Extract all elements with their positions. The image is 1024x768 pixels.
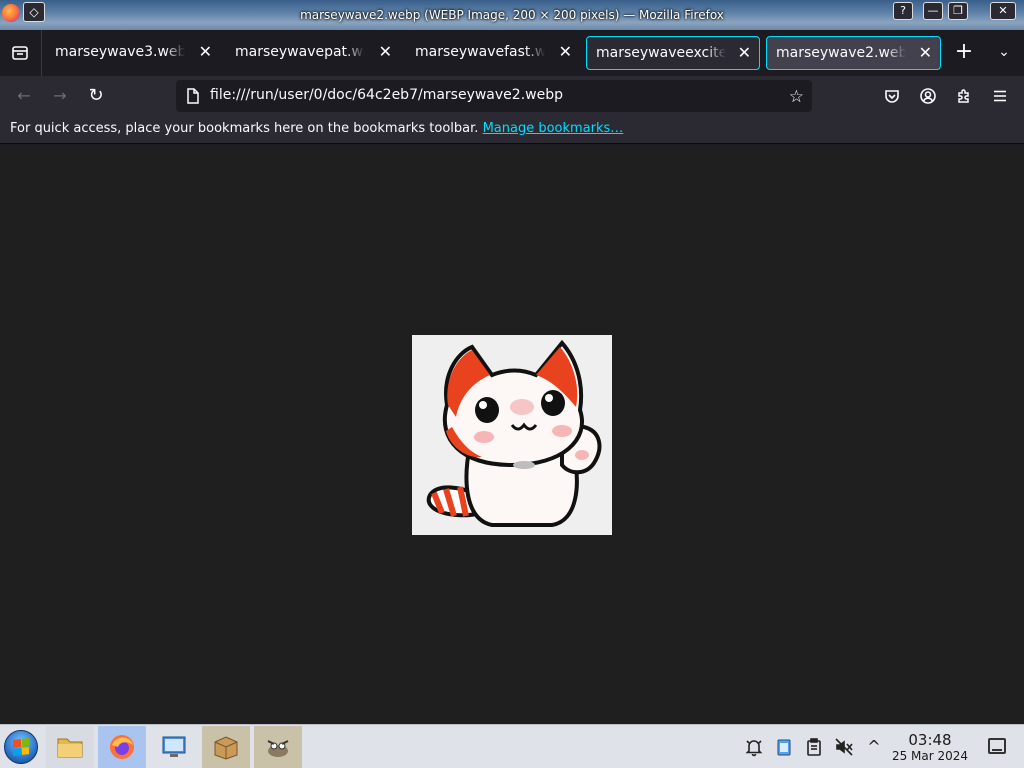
clipboard-icon[interactable] bbox=[804, 737, 824, 757]
control-panel-taskbar-button[interactable] bbox=[150, 726, 198, 768]
marsey-cat-image bbox=[426, 339, 602, 527]
browser-content bbox=[0, 145, 1024, 724]
url-bar[interactable]: file:///run/user/0/doc/64c2eb7/marseywav… bbox=[176, 80, 812, 112]
bookmarks-hint-text: For quick access, place your bookmarks h… bbox=[10, 121, 483, 136]
volume-muted-icon[interactable] bbox=[834, 737, 854, 757]
pocket-button[interactable] bbox=[880, 84, 904, 108]
folder-icon bbox=[57, 738, 83, 758]
gimp-taskbar-button[interactable] bbox=[254, 726, 302, 768]
notifications-bell-icon[interactable] bbox=[744, 737, 764, 757]
bookmark-star-icon[interactable]: ☆ bbox=[789, 87, 804, 107]
tray-expand-icon[interactable]: ^ bbox=[864, 737, 884, 757]
tab-label: marseywaveexcited.webp (WEBP Image) bbox=[596, 45, 726, 61]
firefox-view-icon bbox=[12, 46, 28, 60]
hamburger-icon bbox=[994, 90, 1006, 102]
app-menu-button[interactable] bbox=[988, 84, 1012, 108]
url-text[interactable]: file:///run/user/0/doc/64c2eb7/marseywav… bbox=[210, 87, 563, 103]
tab-marseywave3[interactable]: marseywave3.webp (WEBP Image, 200 × 200 … bbox=[46, 36, 220, 70]
webp-image[interactable] bbox=[412, 335, 612, 535]
file-manager-taskbar-button[interactable] bbox=[46, 726, 94, 768]
close-window-button[interactable]: ✕ bbox=[990, 2, 1016, 20]
tab-marseywavefast[interactable]: marseywavefast.webp (WEBP Image) ✕ bbox=[406, 36, 580, 70]
taskbar: ^ 03:48 25 Mar 2024 bbox=[0, 724, 1024, 768]
pocket-icon bbox=[885, 90, 899, 103]
minimize-button[interactable]: — bbox=[923, 2, 943, 20]
page-icon bbox=[187, 88, 199, 104]
firefox-icon bbox=[110, 735, 134, 759]
tab-label: marseywavefast.webp (WEBP Image) bbox=[415, 44, 545, 60]
forward-button[interactable]: → bbox=[48, 84, 72, 108]
tab-close-icon[interactable]: ✕ bbox=[738, 43, 751, 62]
puzzle-icon bbox=[958, 89, 969, 103]
clock-time: 03:48 bbox=[908, 731, 952, 749]
tab-marseywave2[interactable]: marseywave2.webp (WEBP Image) ✕ bbox=[766, 36, 941, 70]
tab-label: marseywave3.webp (WEBP Image, 200 × 200 … bbox=[55, 44, 185, 60]
list-all-tabs-button[interactable]: ⌄ bbox=[992, 40, 1016, 64]
new-tab-button[interactable]: + bbox=[952, 40, 976, 64]
firefox-taskbar-button[interactable] bbox=[98, 726, 146, 768]
start-button[interactable] bbox=[4, 730, 38, 764]
tab-label: marseywavepat.webp (WEBP Image) bbox=[235, 44, 365, 60]
window-titlebar[interactable]: ◇ marseywave2.webp (WEBP Image, 200 × 20… bbox=[0, 0, 1024, 30]
show-desktop-icon[interactable] bbox=[988, 738, 1006, 754]
clipboard-manager-icon[interactable] bbox=[774, 737, 794, 757]
tab-close-icon[interactable]: ✕ bbox=[379, 42, 392, 61]
archive-manager-taskbar-button[interactable] bbox=[202, 726, 250, 768]
tab-close-icon[interactable]: ✕ bbox=[199, 42, 212, 61]
taskbar-clock[interactable]: 03:48 25 Mar 2024 bbox=[886, 731, 974, 763]
navigation-toolbar: ← → ↻ file:///run/user/0/doc/64c2eb7/mar… bbox=[0, 76, 1024, 116]
back-button[interactable]: ← bbox=[12, 84, 36, 108]
account-button[interactable] bbox=[916, 84, 940, 108]
help-button[interactable]: ? bbox=[893, 2, 913, 20]
tab-label: marseywave2.webp (WEBP Image) bbox=[776, 45, 906, 61]
extensions-button[interactable] bbox=[952, 84, 976, 108]
window-title: marseywave2.webp (WEBP Image, 200 × 200 … bbox=[300, 8, 724, 22]
bookmarks-toolbar: For quick access, place your bookmarks h… bbox=[0, 116, 1024, 144]
tab-marseywaveexcited[interactable]: marseywaveexcited.webp (WEBP Image) ✕ bbox=[586, 36, 760, 70]
manage-bookmarks-link[interactable]: Manage bookmarks… bbox=[483, 121, 624, 136]
gimp-icon bbox=[267, 740, 289, 757]
package-icon bbox=[214, 736, 238, 760]
account-icon bbox=[920, 88, 936, 104]
clock-date: 25 Mar 2024 bbox=[891, 749, 969, 763]
restore-button[interactable]: ❐ bbox=[948, 2, 968, 20]
tab-close-icon[interactable]: ✕ bbox=[919, 43, 932, 62]
tab-close-icon[interactable]: ✕ bbox=[559, 42, 572, 61]
control-panel-icon bbox=[162, 736, 186, 757]
windows-logo-icon bbox=[13, 738, 29, 756]
tab-marseywavepat[interactable]: marseywavepat.webp (WEBP Image) ✕ bbox=[226, 36, 400, 70]
firefox-view-button[interactable] bbox=[0, 30, 42, 76]
tab-strip: marseywave3.webp (WEBP Image, 200 × 200 … bbox=[0, 30, 1024, 76]
reload-button[interactable]: ↻ bbox=[84, 84, 108, 108]
